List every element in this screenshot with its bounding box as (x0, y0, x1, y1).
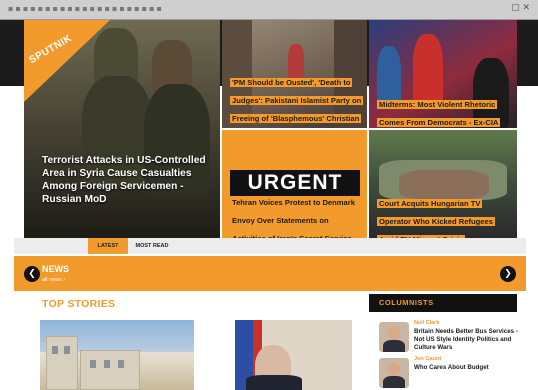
chevron-left-icon[interactable]: ❮ (24, 266, 40, 282)
columnists-heading: COLUMNISTS (379, 298, 434, 307)
window-controls[interactable]: ▢ ✕ (511, 3, 530, 13)
news-ticker: ❮ NEWS all news › ❯ (14, 256, 526, 291)
building-shape (46, 336, 78, 390)
top-stories-heading: TOP STORIES (42, 298, 116, 310)
columnist-item[interactable]: Jon Gaunt Who Cares About Budget (377, 356, 517, 390)
browser-toolbar: ▪▪▪▪▪▪▪▪▪▪▪▪▪▪▪▪▪▪▪▪▪ ▢ ✕ (0, 0, 538, 20)
top-story-image-1[interactable] (40, 320, 194, 390)
columnist-avatar[interactable] (379, 358, 409, 388)
all-news-link-text[interactable]: all news (42, 277, 62, 283)
columnist-avatar[interactable] (379, 322, 409, 352)
browser-tabs-strip[interactable]: ▪▪▪▪▪▪▪▪▪▪▪▪▪▪▪▪▪▪▪▪▪ (8, 4, 164, 13)
all-news-link[interactable]: all news › (42, 277, 65, 283)
columnist-name[interactable]: Neil Clark (414, 320, 439, 326)
columnist-article-title[interactable]: Britain Needs Better Bus Services - Not … (414, 328, 518, 352)
columnist-name[interactable]: Jon Gaunt (414, 356, 441, 362)
chevron-right-icon[interactable]: ❯ (500, 266, 516, 282)
portrait-suit (246, 375, 302, 390)
news-title[interactable]: NEWS (42, 264, 69, 274)
hero-urgent-headline[interactable]: Tehran Voices Protest to Denmark Envoy O… (230, 198, 357, 243)
building-shape (80, 350, 140, 390)
tab-latest[interactable]: LATEST (88, 238, 128, 254)
columnist-article-title[interactable]: Who Cares About Budget (414, 364, 518, 372)
hero-main-headline[interactable]: Terrorist Attacks in US-Controlled Area … (42, 154, 214, 206)
columnist-item[interactable]: Neil Clark Britain Needs Better Bus Serv… (377, 320, 518, 354)
tab-most-read[interactable]: MOST READ (132, 238, 172, 254)
news-tabs: LATEST MOST READ (14, 238, 526, 254)
columnists-header: COLUMNISTS (369, 294, 517, 312)
